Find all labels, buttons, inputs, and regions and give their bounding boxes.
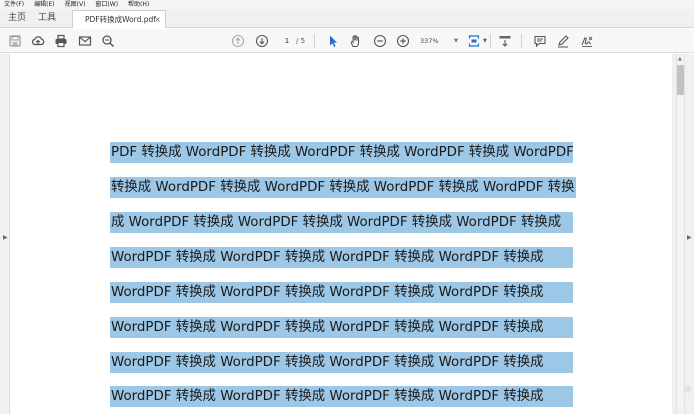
selected-text-line[interactable]: 成 WordPDF 转换成 WordPDF 转换成 WordPDF 转换成 Wo… xyxy=(110,212,573,233)
chevron-down-icon: ▼ xyxy=(454,38,458,44)
menu-edit[interactable]: 编辑(E) xyxy=(34,0,54,9)
menu-bar: 文件(F) 编辑(E) 视图(V) 窗口(W) 帮助(H) xyxy=(0,0,694,9)
zoom-value: 337% xyxy=(420,37,439,45)
page-up-icon[interactable] xyxy=(230,33,246,49)
menu-file[interactable]: 文件(F) xyxy=(4,0,24,9)
scroll-up-icon[interactable]: ▲ xyxy=(678,56,682,62)
page-total: / 5 xyxy=(296,37,306,45)
selected-text-line[interactable]: WordPDF 转换成 WordPDF 转换成 WordPDF 转换成 Word… xyxy=(110,317,573,338)
toolbar-divider xyxy=(521,34,522,48)
selected-text-line[interactable]: WordPDF 转换成 WordPDF 转换成 WordPDF 转换成 Word… xyxy=(110,282,573,303)
left-panel: ▶ xyxy=(0,54,10,414)
menu-window[interactable]: 窗口(W) xyxy=(95,0,118,9)
close-tab-button[interactable]: × xyxy=(154,14,161,25)
zoom-out-icon[interactable] xyxy=(372,33,388,49)
tab-home[interactable]: 主页 xyxy=(8,9,26,28)
menu-help[interactable]: 帮助(H) xyxy=(128,0,149,9)
chevron-down-icon[interactable]: ▼ xyxy=(483,38,487,44)
page-down-icon[interactable] xyxy=(254,33,270,49)
search-icon[interactable] xyxy=(100,33,116,49)
tab-tools[interactable]: 工具 xyxy=(38,9,56,28)
document-tab-title: PDF转换成Word.pdf xyxy=(85,15,156,24)
fit-page-icon[interactable] xyxy=(466,33,482,49)
scroll-mode-icon[interactable] xyxy=(497,33,513,49)
select-cursor-icon[interactable] xyxy=(325,33,341,49)
selected-text-line[interactable]: WordPDF 转换成 WordPDF 转换成 WordPDF 转换成 Word… xyxy=(110,352,573,373)
zoom-in-icon[interactable] xyxy=(395,33,411,49)
save-icon[interactable] xyxy=(7,33,23,49)
sign-icon[interactable] xyxy=(579,33,595,49)
zoom-select[interactable]: 337% ▼ xyxy=(420,34,458,48)
expand-left-panel-icon[interactable]: ▶ xyxy=(3,234,8,241)
comment-icon[interactable] xyxy=(532,33,548,49)
email-icon[interactable] xyxy=(77,33,93,49)
menu-view[interactable]: 视图(V) xyxy=(65,0,86,9)
highlight-pen-icon[interactable] xyxy=(555,33,571,49)
hand-icon[interactable] xyxy=(348,33,364,49)
toolbar: 1 / 5 337% ▼ ▼ xyxy=(0,29,694,53)
toolbar-divider xyxy=(490,34,491,48)
page-number-input[interactable]: 1 xyxy=(281,35,293,47)
cloud-upload-icon[interactable] xyxy=(30,33,46,49)
selected-text-line[interactable]: 转换成 WordPDF 转换成 WordPDF 转换成 WordPDF 转换成 … xyxy=(110,177,576,198)
selected-text-line[interactable]: PDF 转换成 WordPDF 转换成 WordPDF 转换成 WordPDF … xyxy=(110,142,573,163)
selected-text-line[interactable]: WordPDF 转换成 WordPDF 转换成 WordPDF 转换成 Word… xyxy=(110,247,573,268)
print-icon[interactable] xyxy=(53,33,69,49)
document-tab[interactable]: PDF转换成Word.pdf × xyxy=(72,10,166,28)
expand-right-panel-icon[interactable]: ▶ xyxy=(687,234,692,241)
watermark: 溴 xyxy=(683,385,691,394)
scrollbar-thumb[interactable] xyxy=(677,65,684,95)
vertical-scrollbar[interactable] xyxy=(676,54,685,414)
tab-bar: 主页 工具 PDF转换成Word.pdf × xyxy=(0,9,694,28)
selected-text-line[interactable]: WordPDF 转换成 WordPDF 转换成 WordPDF 转换成 Word… xyxy=(110,386,573,407)
toolbar-divider xyxy=(314,34,315,48)
